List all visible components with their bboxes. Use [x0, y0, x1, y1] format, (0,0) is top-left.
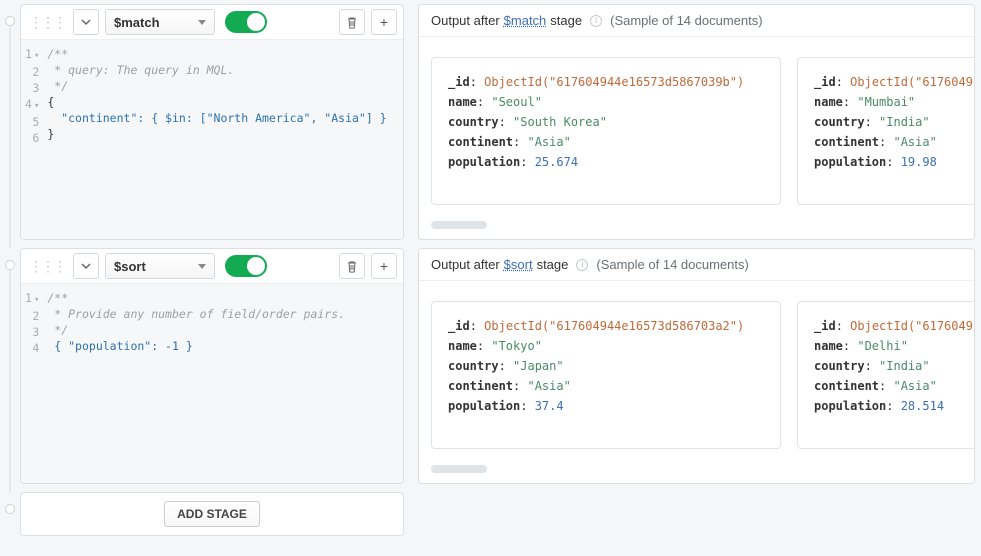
info-icon[interactable]: i — [576, 259, 588, 271]
code-content: /** * query: The query in MQL. */ { "con… — [47, 46, 399, 233]
add-stage-panel: ADD STAGE — [20, 492, 404, 536]
operator-link[interactable]: $sort — [504, 257, 533, 272]
operator-link[interactable]: $match — [504, 13, 547, 28]
sample-count: (Sample of 14 documents) — [610, 13, 762, 28]
output-suffix: stage — [537, 257, 569, 272]
info-icon[interactable]: i — [590, 15, 602, 27]
horizontal-scrollbar[interactable] — [431, 221, 962, 229]
stage-dot — [5, 504, 15, 514]
stage-output-panel: Output after $match stage i (Sample of 1… — [418, 4, 975, 240]
stage-line — [9, 270, 11, 492]
code-content: /** * Provide any number of field/order … — [47, 290, 399, 477]
code-editor[interactable]: 1 2 3 4 5 6 /** * query: The query in MQ… — [21, 40, 403, 239]
operator-select[interactable]: $match — [105, 9, 215, 35]
output-header: Output after $sort stage i (Sample of 14… — [419, 249, 974, 281]
pipeline-stage: ⋮⋮⋮ $sort + 1 2 3 4 /** * Provide any nu… — [6, 248, 975, 484]
output-header: Output after $match stage i (Sample of 1… — [419, 5, 974, 37]
output-prefix: Output after — [431, 13, 500, 28]
operator-label: $sort — [114, 259, 146, 274]
add-stage-after-button[interactable]: + — [371, 253, 397, 279]
chevron-down-icon — [81, 261, 91, 271]
delete-stage-button[interactable] — [339, 9, 365, 35]
output-suffix: stage — [550, 13, 582, 28]
documents-scroll[interactable]: _id: ObjectId("617604944e16573d586703a2"… — [419, 281, 974, 459]
stage-line — [9, 26, 11, 248]
stage-editor-panel: ⋮⋮⋮ $match + 1 2 3 4 5 6 /** * qu — [20, 4, 404, 240]
add-stage-after-button[interactable]: + — [371, 9, 397, 35]
stage-enable-toggle[interactable] — [225, 255, 267, 277]
documents-scroll[interactable]: _id: ObjectId("617604944e16573d5867039b"… — [419, 37, 974, 215]
stage-output-panel: Output after $sort stage i (Sample of 14… — [418, 248, 975, 484]
stage-toolbar: ⋮⋮⋮ $sort + — [21, 249, 403, 284]
collapse-button[interactable] — [73, 9, 99, 35]
document-card: _id: ObjectId("617604944e16573d5867039b"… — [431, 57, 781, 205]
stage-enable-toggle[interactable] — [225, 11, 267, 33]
chevron-down-icon — [81, 17, 91, 27]
add-stage-row: ADD STAGE — [6, 492, 975, 536]
collapse-button[interactable] — [73, 253, 99, 279]
line-gutter: 1 2 3 4 5 6 — [25, 46, 47, 233]
trash-icon — [346, 260, 358, 273]
stage-dot — [5, 16, 15, 26]
stage-dot — [5, 260, 15, 270]
trash-icon — [346, 16, 358, 29]
drag-handle-icon[interactable]: ⋮⋮⋮ — [27, 258, 67, 275]
pipeline-stage: ⋮⋮⋮ $match + 1 2 3 4 5 6 /** * qu — [6, 4, 975, 240]
scrollbar-thumb[interactable] — [431, 221, 487, 229]
document-card: _id: ObjectId("6176049...") name: "Delhi… — [797, 301, 974, 449]
operator-select[interactable]: $sort — [105, 253, 215, 279]
sample-count: (Sample of 14 documents) — [596, 257, 748, 272]
line-gutter: 1 2 3 4 — [25, 290, 47, 477]
code-editor[interactable]: 1 2 3 4 /** * Provide any number of fiel… — [21, 284, 403, 483]
output-prefix: Output after — [431, 257, 500, 272]
document-card: _id: ObjectId("617604944e16573d586703a2"… — [431, 301, 781, 449]
operator-label: $match — [114, 15, 160, 30]
delete-stage-button[interactable] — [339, 253, 365, 279]
stage-toolbar: ⋮⋮⋮ $match + — [21, 5, 403, 40]
document-card: _id: ObjectId("6176049...") name: "Mumba… — [797, 57, 974, 205]
stage-editor-panel: ⋮⋮⋮ $sort + 1 2 3 4 /** * Provide any nu… — [20, 248, 404, 484]
drag-handle-icon[interactable]: ⋮⋮⋮ — [27, 14, 67, 31]
scrollbar-thumb[interactable] — [431, 465, 487, 473]
horizontal-scrollbar[interactable] — [431, 465, 962, 473]
add-stage-button[interactable]: ADD STAGE — [164, 501, 260, 527]
